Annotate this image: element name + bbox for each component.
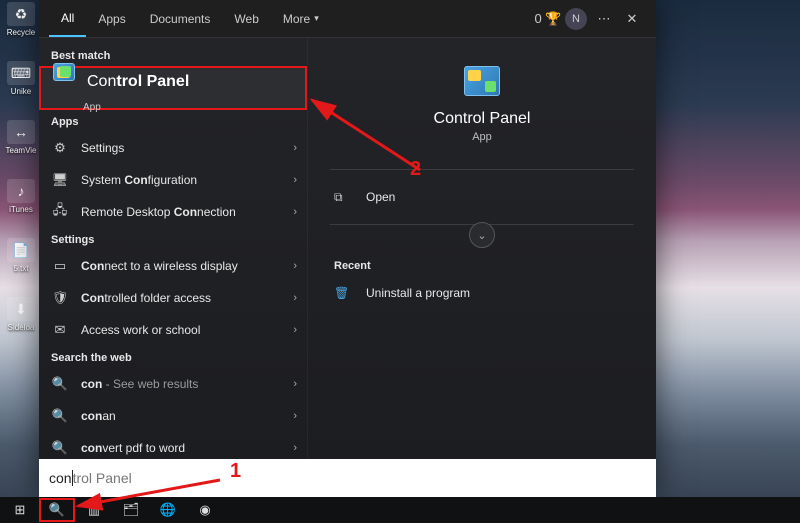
more-options[interactable]: ⋯ <box>590 11 618 27</box>
programs-icon: 🗑 <box>334 286 352 300</box>
chevron-right-icon: › <box>293 260 297 272</box>
desktop-icons: ♻Recycle ⌨Unike ↔TeamVie ♪iTunes 📄5.txt … <box>4 2 40 332</box>
control-panel-icon <box>464 66 500 96</box>
result-system-configuration[interactable]: 🖥System Configuration› <box>39 164 307 196</box>
tab-apps[interactable]: Apps <box>86 1 137 37</box>
taskbar-chrome[interactable]: ◉ <box>187 498 223 522</box>
result-work-school[interactable]: ✉Access work or school› <box>39 314 307 346</box>
result-web-con[interactable]: 🔍con - See web results› <box>39 368 307 400</box>
desktop-icon-sideload[interactable]: ⬇Sideloa <box>4 297 38 332</box>
result-wireless-display[interactable]: ▭Connect to a wireless display› <box>39 250 307 282</box>
section-web: Search the web <box>39 346 307 368</box>
shield-icon: 🛡 <box>51 290 69 306</box>
briefcase-icon: ✉ <box>51 322 69 338</box>
tab-more[interactable]: More ▾ <box>271 1 331 37</box>
search-icon: 🔍 <box>51 408 69 424</box>
control-panel-icon <box>53 63 75 100</box>
taskbar-search-button[interactable]: 🔍 <box>39 498 75 522</box>
search-input-container[interactable]: control Panel <box>39 459 656 497</box>
chevron-right-icon: › <box>293 442 297 454</box>
user-avatar[interactable]: N <box>562 8 590 30</box>
search-flyout: All Apps Documents Web More ▾ 0 🏆 N ⋯ ✕ … <box>39 0 656 497</box>
taskbar-edge[interactable]: 🌐 <box>150 498 186 522</box>
search-icon: 🔍 <box>51 440 69 456</box>
monitor-icon: 🖥 <box>51 172 69 188</box>
search-tabs: All Apps Documents Web More ▾ 0 🏆 N ⋯ ✕ <box>39 0 656 38</box>
results-list: Best match Control Panel App Apps ⚙Setti… <box>39 38 307 459</box>
divider <box>330 169 634 170</box>
gear-icon: ⚙ <box>51 140 69 156</box>
chevron-right-icon: › <box>293 378 297 390</box>
open-icon: ⧉ <box>334 190 352 205</box>
taskbar: ⊞ 🔍 ▥ 🗂 🌐 ◉ <box>0 497 800 523</box>
start-button[interactable]: ⊞ <box>2 498 38 522</box>
section-apps: Apps <box>39 110 307 132</box>
tab-documents[interactable]: Documents <box>138 1 223 37</box>
section-settings: Settings <box>39 228 307 250</box>
tab-all[interactable]: All <box>49 1 86 37</box>
rewards-points[interactable]: 0 🏆 <box>534 11 562 27</box>
desktop-icon-recycle[interactable]: ♻Recycle <box>4 2 38 37</box>
chevron-right-icon: › <box>293 142 297 154</box>
result-web-conan[interactable]: 🔍conan› <box>39 400 307 432</box>
teamviewer-icon: ↔ <box>7 120 35 144</box>
desktop-icon-itunes[interactable]: ♪iTunes <box>4 179 38 214</box>
chevron-right-icon: › <box>293 410 297 422</box>
section-recent: Recent <box>330 254 634 276</box>
music-icon: ♪ <box>7 179 35 203</box>
expand-button[interactable]: ⌄ <box>469 222 495 248</box>
download-icon: ⬇ <box>7 297 35 321</box>
desktop-icon-textfile[interactable]: 📄5.txt <box>4 238 38 273</box>
file-icon: 📄 <box>7 238 35 262</box>
desktop-icon-unikey[interactable]: ⌨Unike <box>4 61 38 96</box>
trophy-icon: 🏆 <box>545 11 561 27</box>
best-match-subtitle: App <box>53 102 293 113</box>
preview-pane: Control Panel App ⧉Open ⌄ Recent 🗑Uninst… <box>307 38 656 459</box>
recent-uninstall-program[interactable]: 🗑Uninstall a program <box>330 276 634 310</box>
taskbar-explorer[interactable]: 🗂 <box>113 498 149 522</box>
preview-subtitle: App <box>472 131 492 143</box>
preview-title: Control Panel <box>434 110 531 128</box>
result-web-convert-pdf[interactable]: 🔍convert pdf to word› <box>39 432 307 459</box>
network-icon: 🖧 <box>51 201 69 223</box>
chevron-right-icon: › <box>293 174 297 186</box>
chevron-right-icon: › <box>293 206 297 218</box>
taskview-button[interactable]: ▥ <box>76 498 112 522</box>
result-controlled-folder[interactable]: 🛡Controlled folder access› <box>39 282 307 314</box>
chevron-down-icon: ▾ <box>314 13 319 24</box>
close-button[interactable]: ✕ <box>618 11 646 27</box>
tab-web[interactable]: Web <box>222 1 270 37</box>
result-remote-desktop[interactable]: 🖧Remote Desktop Connection› <box>39 196 307 228</box>
search-icon: 🔍 <box>51 376 69 392</box>
result-settings[interactable]: ⚙Settings› <box>39 132 307 164</box>
display-icon: ▭ <box>51 258 69 274</box>
keyboard-icon: ⌨ <box>7 61 35 85</box>
desktop-icon-teamviewer[interactable]: ↔TeamVie <box>4 120 38 155</box>
chevron-right-icon: › <box>293 292 297 304</box>
chevron-down-icon: ⌄ <box>477 229 486 242</box>
chevron-right-icon: › <box>293 324 297 336</box>
best-match-title: Control Panel <box>87 73 189 91</box>
preview-open[interactable]: ⧉Open <box>330 180 634 214</box>
recycle-icon: ♻ <box>7 2 35 26</box>
best-match-control-panel[interactable]: Control Panel App <box>39 66 307 110</box>
